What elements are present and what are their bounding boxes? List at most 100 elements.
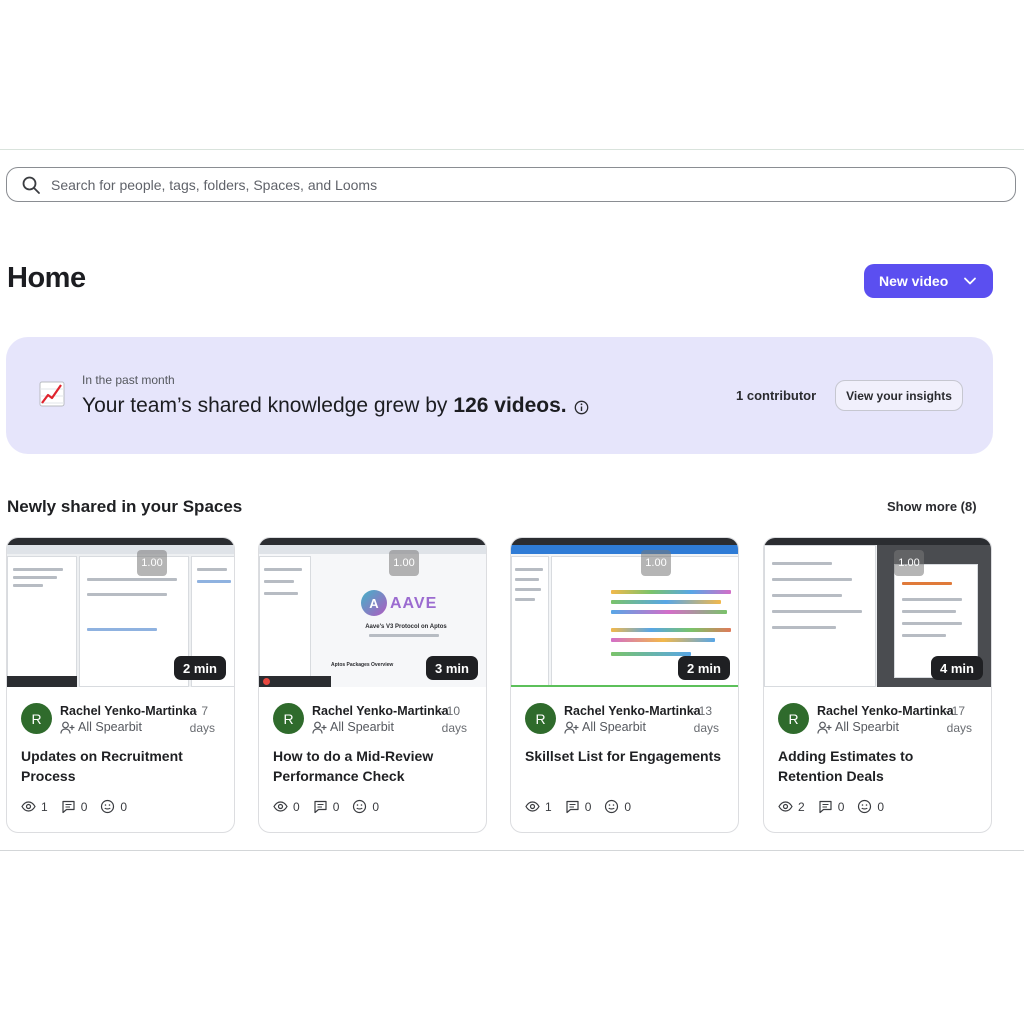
screen-text-line	[515, 588, 541, 591]
search-bar[interactable]	[6, 167, 1016, 202]
progress-bar	[511, 685, 738, 687]
new-video-button[interactable]: New video	[864, 264, 993, 298]
views-stat: 1	[525, 799, 552, 814]
eye-icon	[273, 801, 288, 812]
screen-text-line	[264, 580, 294, 583]
author-name[interactable]: Rachel Yenko-Martinka	[817, 704, 954, 718]
screen-text-line	[197, 568, 227, 571]
video-title[interactable]: Updates on Recruitment Process	[21, 746, 221, 786]
author-name[interactable]: Rachel Yenko-Martinka	[60, 704, 197, 718]
duration-badge: 3 min	[426, 656, 478, 680]
screen-tag-row	[611, 600, 721, 604]
section-title: Newly shared in your Spaces	[7, 497, 243, 516]
video-thumbnail[interactable]: 1.00 4 min	[764, 538, 991, 687]
info-icon[interactable]	[574, 400, 589, 415]
space-label[interactable]: All Spearbit	[564, 720, 646, 734]
eye-icon	[21, 801, 36, 812]
screen-text-line	[13, 584, 43, 587]
screen-text-line	[772, 578, 852, 581]
browser-frame	[511, 538, 738, 545]
search-input[interactable]	[51, 176, 951, 193]
comment-icon	[819, 800, 832, 814]
screen-tag-row	[611, 628, 731, 632]
screen-panel	[259, 556, 311, 687]
screen-tag-row	[611, 638, 715, 642]
reactions-count: 0	[877, 799, 885, 814]
comment-icon	[62, 800, 75, 814]
views-count: 1	[41, 799, 48, 814]
space-name: All Spearbit	[330, 720, 394, 734]
insight-headline-count: 126 videos.	[453, 394, 567, 417]
add-user-icon	[564, 721, 579, 734]
screen-tag-row	[611, 610, 727, 614]
record-icon	[263, 678, 270, 685]
video-card[interactable]: A AAVE Aave's V3 Protocol on Aptos Aptos…	[258, 537, 487, 833]
video-card[interactable]: 1.00 4 min R Rachel Yenko-Martinka · 17 …	[763, 537, 992, 833]
author-name[interactable]: Rachel Yenko-Martinka	[312, 704, 449, 718]
browser-frame	[764, 538, 991, 545]
views-stat: 1	[21, 799, 48, 814]
smiley-icon	[858, 799, 872, 814]
search-icon	[22, 176, 40, 194]
comments-stat: 0	[565, 799, 592, 814]
video-thumbnail[interactable]: 1.00 2 min	[7, 538, 234, 687]
avatar[interactable]: R	[778, 703, 809, 734]
space-label[interactable]: All Spearbit	[60, 720, 142, 734]
screen-text-line	[902, 622, 962, 625]
add-user-icon	[312, 721, 327, 734]
views-stat: 0	[273, 799, 300, 814]
avatar[interactable]: R	[273, 703, 304, 734]
video-stats: 0 0 0	[273, 799, 392, 814]
avatar[interactable]: R	[525, 703, 556, 734]
insight-banner: In the past month Your team’s shared kno…	[6, 337, 993, 454]
comments-count: 0	[584, 799, 592, 814]
video-thumbnail[interactable]: A AAVE Aave's V3 Protocol on Aptos Aptos…	[259, 538, 486, 687]
show-more-link[interactable]: Show more (8)	[887, 499, 977, 514]
author-name[interactable]: Rachel Yenko-Martinka	[564, 704, 701, 718]
reactions-stat: 0	[352, 799, 379, 814]
views-count: 0	[293, 799, 300, 814]
video-title[interactable]: How to do a Mid-Review Performance Check	[273, 746, 473, 786]
screen-text-line	[13, 568, 63, 571]
screen-tag-row	[611, 652, 691, 656]
insight-headline: Your team’s shared knowledge grew by 126…	[82, 394, 589, 418]
space-label[interactable]: All Spearbit	[817, 720, 899, 734]
video-title[interactable]: Skillset List for Engagements	[525, 746, 725, 766]
time-ago-unit: days	[693, 721, 719, 735]
playback-speed[interactable]: 1.00	[137, 550, 167, 576]
video-title[interactable]: Adding Estimates to Retention Deals	[778, 746, 978, 786]
avatar[interactable]: R	[21, 703, 52, 734]
contributor-count[interactable]: 1 contributor	[736, 388, 816, 403]
screen-text-line	[772, 562, 832, 565]
page-title: Home	[7, 262, 86, 294]
time-ago-unit: days	[189, 721, 215, 735]
playback-speed[interactable]: 1.00	[641, 550, 671, 576]
video-thumbnail[interactable]: 1.00 2 min	[511, 538, 738, 687]
video-stats: 2 0 0	[778, 799, 897, 814]
screen-tag-row	[611, 590, 731, 594]
screen-text-line	[772, 594, 842, 597]
screen-text-line	[902, 598, 962, 601]
screen-text-line	[772, 610, 862, 613]
space-label[interactable]: All Spearbit	[312, 720, 394, 734]
chevron-down-icon	[964, 277, 976, 285]
screen-panel	[764, 545, 876, 687]
video-stats: 1 0 0	[525, 799, 644, 814]
aave-logo-mark: A	[361, 590, 387, 616]
comments-count: 0	[837, 799, 845, 814]
video-card[interactable]: 1.00 2 min R Rachel Yenko-Martinka · 7 d…	[6, 537, 235, 833]
comments-stat: 0	[818, 799, 845, 814]
view-insights-button[interactable]: View your insights	[835, 380, 963, 411]
space-name: All Spearbit	[78, 720, 142, 734]
playback-speed[interactable]: 1.00	[894, 550, 924, 576]
playback-speed[interactable]: 1.00	[389, 550, 419, 576]
reactions-count: 0	[624, 799, 632, 814]
time-ago: · 7	[193, 704, 208, 718]
video-card[interactable]: 1.00 2 min R Rachel Yenko-Martinka · 13 …	[510, 537, 739, 833]
time-ago: · 17	[944, 704, 965, 718]
time-ago: · 13	[691, 704, 712, 718]
aave-heading: Aave's V3 Protocol on Aptos	[365, 624, 447, 630]
screen-text-line	[772, 626, 836, 629]
screen-text-line	[369, 634, 439, 637]
duration-badge: 4 min	[931, 656, 983, 680]
